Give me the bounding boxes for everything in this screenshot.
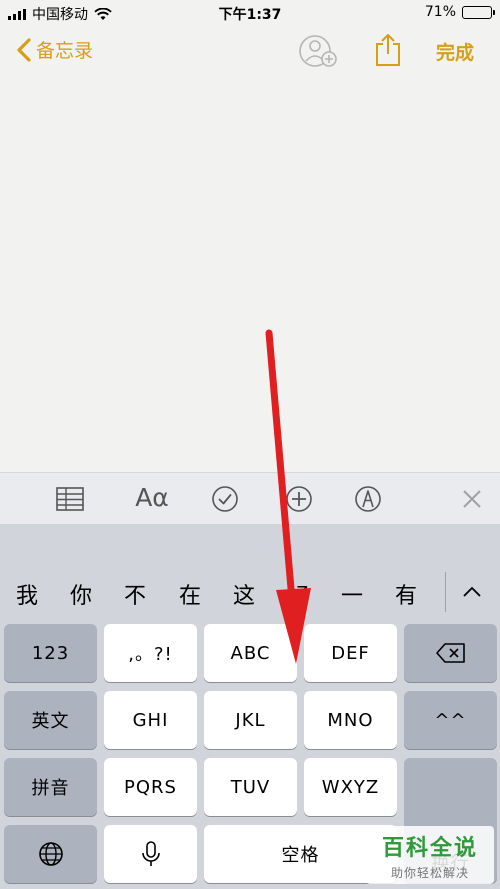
emoticon-key[interactable]: ^^ — [404, 691, 497, 749]
add-person-icon[interactable] — [299, 33, 339, 69]
candidate-bar: 我 你 不 在 这 好 一 有 — [0, 564, 500, 620]
candidate-word[interactable]: 不 — [113, 578, 157, 610]
candidate-divider — [445, 572, 446, 612]
delete-key[interactable] — [404, 624, 497, 682]
pqrs-key[interactable]: PQRS — [104, 758, 197, 816]
candidate-word[interactable]: 在 — [168, 578, 212, 610]
back-button-label: 备忘录 — [36, 40, 94, 62]
def-key[interactable]: DEF — [304, 624, 397, 682]
candidate-word[interactable]: 有 — [384, 578, 428, 610]
status-bar: 中国移动 下午1:37 71% — [0, 0, 500, 26]
status-right: 71% — [424, 4, 495, 20]
english-key[interactable]: 英文 — [4, 691, 97, 749]
jkl-key[interactable]: JKL — [204, 691, 297, 749]
candidate-word[interactable]: 一 — [330, 578, 374, 610]
text-style-button[interactable]: Aα — [132, 483, 172, 512]
add-circle-icon[interactable] — [285, 485, 313, 513]
candidate-word[interactable]: 我 — [5, 578, 49, 610]
watermark-subtitle: 助你轻松解决 — [390, 865, 469, 880]
battery-icon — [462, 5, 495, 19]
battery-percent: 71% — [424, 4, 456, 20]
close-icon[interactable] — [461, 485, 483, 513]
nav-bar: 备忘录 完成 — [0, 26, 500, 76]
abc-key[interactable]: ABC — [204, 624, 297, 682]
format-toolbar: Aα — [0, 472, 500, 524]
backspace-icon — [435, 643, 465, 663]
done-button[interactable]: 完成 — [436, 38, 474, 65]
globe-icon — [38, 842, 63, 866]
punctuation-key[interactable]: ,。?! — [104, 624, 197, 682]
microphone-icon — [141, 841, 160, 866]
mno-key[interactable]: MNO — [304, 691, 397, 749]
share-icon[interactable] — [372, 32, 404, 68]
ghi-key[interactable]: GHI — [104, 691, 197, 749]
dictation-key[interactable] — [104, 825, 197, 883]
globe-key[interactable] — [4, 825, 97, 883]
chevron-up-icon[interactable] — [460, 582, 484, 602]
candidate-word[interactable]: 这 — [222, 578, 266, 610]
back-button[interactable]: 备忘录 — [14, 36, 93, 63]
candidate-word[interactable]: 你 — [59, 578, 103, 610]
pinyin-key[interactable]: 拼音 — [4, 758, 97, 816]
table-icon[interactable] — [56, 485, 84, 513]
watermark-title: 百科全说 — [381, 835, 478, 861]
numbers-key[interactable]: 123 — [4, 624, 97, 682]
checklist-icon[interactable] — [211, 485, 239, 513]
candidate-word[interactable]: 好 — [276, 578, 320, 610]
watermark-logo: 百科全说 助你轻松解决 — [366, 826, 494, 884]
wxyz-key[interactable]: WXYZ — [304, 758, 397, 816]
tuv-key[interactable]: TUV — [204, 758, 297, 816]
markup-pen-icon[interactable] — [354, 485, 382, 513]
chevron-left-icon — [17, 37, 31, 62]
